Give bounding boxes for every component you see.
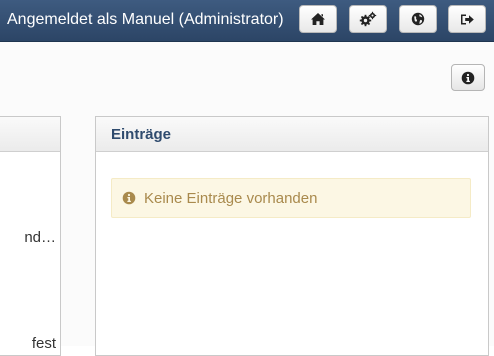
home-button[interactable] — [299, 5, 337, 33]
info-button[interactable] — [451, 64, 485, 91]
settings-button[interactable] — [349, 5, 387, 33]
logged-in-user-label: Angemeldet als Manuel (Administrator) — [7, 11, 284, 28]
entries-panel-title: Einträge — [111, 126, 172, 143]
left-panel-header — [0, 117, 60, 152]
gears-icon — [359, 11, 377, 27]
info-circle-icon — [122, 191, 136, 205]
logout-button[interactable] — [448, 5, 486, 33]
empty-entries-message: Keine Einträge vorhanden — [144, 189, 318, 207]
main-content: nd… fest Einträge Keine Einträge vorhand… — [0, 42, 494, 356]
globe-icon — [411, 12, 425, 26]
left-panel-text-line: nd… — [24, 229, 56, 246]
left-panel: nd… fest — [0, 116, 61, 356]
entries-panel-header: Einträge — [96, 117, 488, 152]
empty-entries-alert: Keine Einträge vorhanden — [111, 178, 471, 218]
info-icon — [461, 71, 475, 84]
entries-panel: Einträge Keine Einträge vorhanden — [95, 116, 489, 356]
top-navbar: Angemeldet als Manuel (Administrator) — [0, 0, 494, 42]
home-icon — [311, 13, 325, 25]
logout-icon — [460, 14, 474, 24]
left-panel-text-line: fest — [31, 335, 56, 352]
language-button[interactable] — [399, 5, 437, 33]
